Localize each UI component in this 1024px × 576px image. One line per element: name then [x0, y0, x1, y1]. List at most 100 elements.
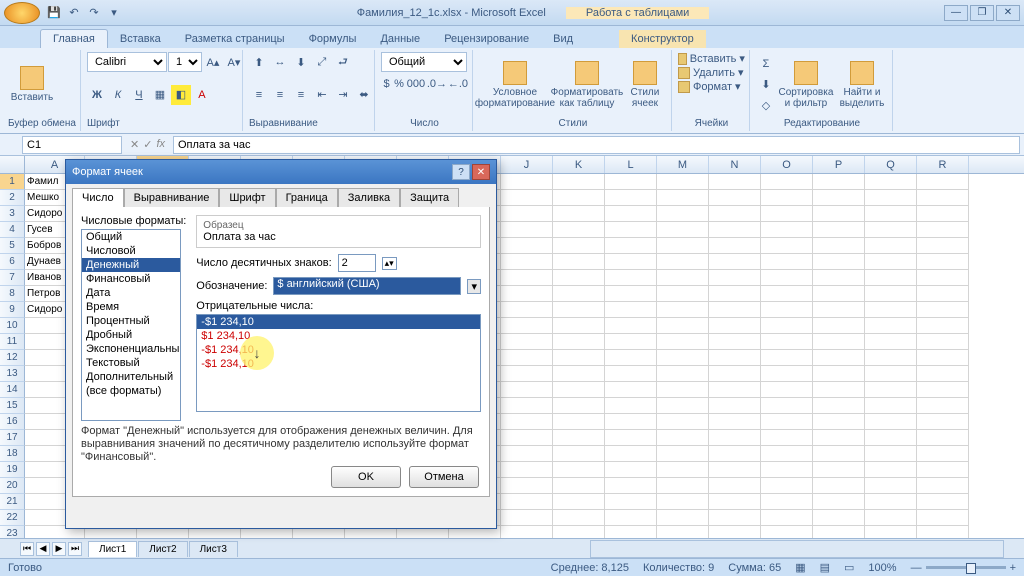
cell[interactable]: [709, 270, 761, 286]
cell[interactable]: [553, 350, 605, 366]
cell[interactable]: [813, 238, 865, 254]
cell[interactable]: [761, 478, 813, 494]
category-item[interactable]: Текстовый: [82, 356, 180, 370]
currency-icon[interactable]: $: [381, 74, 392, 94]
col-header[interactable]: K: [553, 156, 605, 173]
cell[interactable]: [605, 318, 657, 334]
tab-review[interactable]: Рецензирование: [432, 30, 541, 48]
cell[interactable]: [553, 238, 605, 254]
cell[interactable]: [865, 222, 917, 238]
cell[interactable]: [553, 414, 605, 430]
cell[interactable]: [813, 222, 865, 238]
cell[interactable]: [605, 190, 657, 206]
cell[interactable]: [761, 174, 813, 190]
cell[interactable]: [553, 478, 605, 494]
close-button[interactable]: ✕: [996, 5, 1020, 21]
sheet-nav-prev[interactable]: ◀: [36, 542, 50, 556]
cell[interactable]: [501, 302, 553, 318]
cell[interactable]: [605, 286, 657, 302]
cell[interactable]: [917, 174, 969, 190]
cell[interactable]: [553, 206, 605, 222]
cell[interactable]: [813, 334, 865, 350]
chevron-down-icon[interactable]: ▾: [467, 279, 481, 294]
cell[interactable]: [657, 510, 709, 526]
row-header[interactable]: 17: [0, 430, 25, 446]
cell[interactable]: [605, 382, 657, 398]
cell[interactable]: [501, 430, 553, 446]
cell[interactable]: [605, 254, 657, 270]
cell[interactable]: [553, 366, 605, 382]
dialog-help-button[interactable]: ?: [452, 164, 470, 180]
cell[interactable]: [709, 510, 761, 526]
format-as-table-button[interactable]: Форматировать как таблицу: [553, 59, 621, 111]
sheet-tab[interactable]: Лист3: [189, 541, 238, 557]
cell[interactable]: [865, 478, 917, 494]
paste-button[interactable]: Вставить: [8, 64, 56, 105]
view-normal-icon[interactable]: ▦: [795, 561, 805, 574]
category-item[interactable]: Финансовый: [82, 272, 180, 286]
cell[interactable]: [761, 494, 813, 510]
cell[interactable]: [761, 366, 813, 382]
cell[interactable]: [865, 350, 917, 366]
cell[interactable]: [813, 190, 865, 206]
cell[interactable]: [813, 270, 865, 286]
cell[interactable]: [501, 238, 553, 254]
cell[interactable]: [917, 222, 969, 238]
symbol-combo[interactable]: $ английский (США): [273, 277, 461, 295]
bold-button[interactable]: Ж: [87, 85, 107, 105]
row-header[interactable]: 14: [0, 382, 25, 398]
cell[interactable]: [917, 302, 969, 318]
sheet-tab[interactable]: Лист1: [88, 541, 137, 557]
cell[interactable]: [709, 318, 761, 334]
cell[interactable]: [865, 494, 917, 510]
category-item[interactable]: Общий: [82, 230, 180, 244]
cell[interactable]: [709, 174, 761, 190]
cell[interactable]: [657, 430, 709, 446]
cell[interactable]: [917, 382, 969, 398]
delete-cells-button[interactable]: Удалить▾: [678, 66, 745, 79]
cell[interactable]: [553, 286, 605, 302]
cell[interactable]: [761, 334, 813, 350]
cell[interactable]: [865, 414, 917, 430]
cell[interactable]: [605, 174, 657, 190]
cell[interactable]: [501, 318, 553, 334]
cell[interactable]: [917, 510, 969, 526]
cell[interactable]: [501, 206, 553, 222]
zoom-out-button[interactable]: —: [911, 562, 922, 574]
row-header[interactable]: 19: [0, 462, 25, 478]
cell[interactable]: [501, 286, 553, 302]
conditional-formatting-button[interactable]: Условное форматирование: [479, 59, 551, 111]
cell[interactable]: [709, 366, 761, 382]
fill-icon[interactable]: ⬇: [756, 75, 776, 95]
category-item[interactable]: Процентный: [82, 314, 180, 328]
cell[interactable]: [657, 398, 709, 414]
cell[interactable]: [917, 238, 969, 254]
cell[interactable]: [657, 494, 709, 510]
cell[interactable]: [813, 382, 865, 398]
tab-home[interactable]: Главная: [40, 29, 108, 48]
cell[interactable]: [709, 222, 761, 238]
confirm-edit-icon[interactable]: ✓: [143, 138, 152, 151]
cell[interactable]: [553, 510, 605, 526]
name-box[interactable]: C1: [22, 136, 122, 154]
shrink-font-icon[interactable]: A▾: [224, 52, 244, 72]
cell[interactable]: [917, 414, 969, 430]
ok-button[interactable]: OK: [331, 466, 401, 488]
cell[interactable]: [605, 462, 657, 478]
find-select-button[interactable]: Найти и выделить: [836, 59, 888, 111]
cell[interactable]: [813, 446, 865, 462]
cell[interactable]: [917, 462, 969, 478]
cell[interactable]: [501, 334, 553, 350]
cancel-edit-icon[interactable]: ✕: [130, 138, 139, 151]
cell[interactable]: [553, 398, 605, 414]
neg-option[interactable]: -$1 234,10: [197, 357, 480, 371]
row-header[interactable]: 10: [0, 318, 25, 334]
cell[interactable]: [501, 190, 553, 206]
cell[interactable]: [657, 174, 709, 190]
cell[interactable]: [813, 398, 865, 414]
cell[interactable]: [709, 382, 761, 398]
align-bottom-icon[interactable]: ⬇: [291, 52, 311, 72]
font-color-button[interactable]: A: [192, 85, 212, 105]
cell[interactable]: [709, 350, 761, 366]
cell[interactable]: [917, 206, 969, 222]
